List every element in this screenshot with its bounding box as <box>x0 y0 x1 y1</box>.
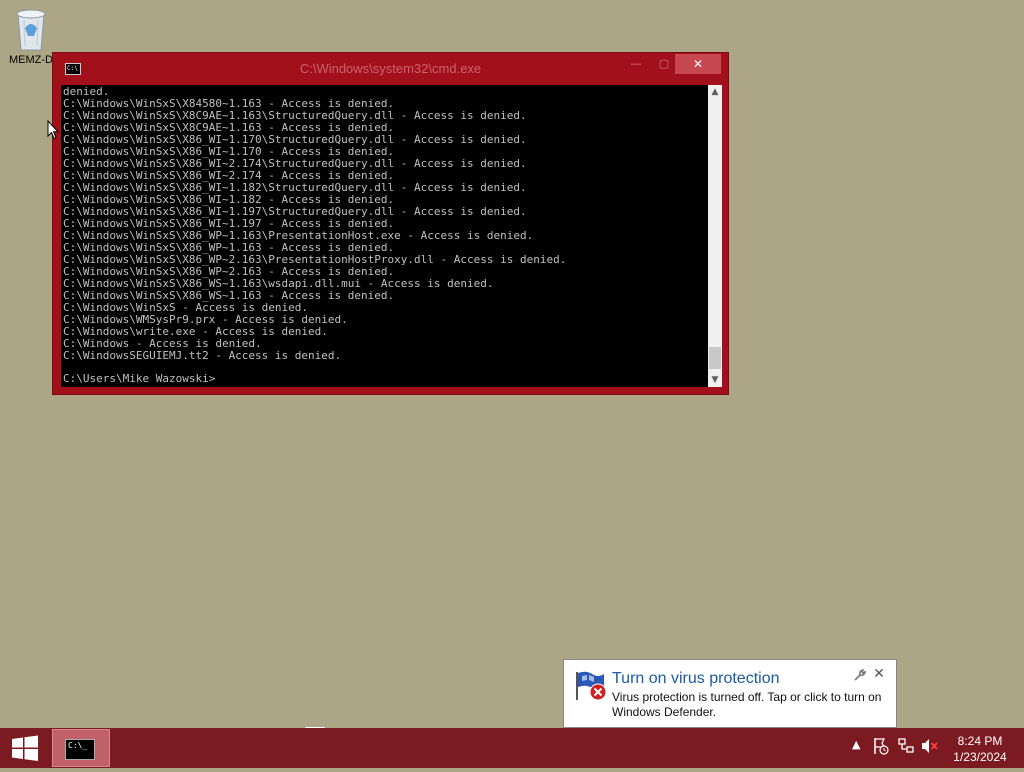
notification-title[interactable]: Turn on virus protection <box>612 670 779 688</box>
network-icon[interactable] <box>897 737 915 758</box>
action-center-flag-icon[interactable] <box>872 736 890 759</box>
taskbar: C:\_ ▲ 8:24 PM 1/23/2024 <box>0 728 1024 768</box>
mouse-cursor-icon <box>47 120 59 140</box>
vertical-scrollbar[interactable]: ▲ ▼ <box>708 85 722 387</box>
cmd-taskbar-icon: C:\_ <box>65 739 95 760</box>
console-prompt: C:\Users\Mike Wazowski> <box>63 372 216 385</box>
close-button[interactable]: ✕ <box>675 54 721 74</box>
cmd-window[interactable]: C:\ C:\Windows\system32\cmd.exe — ▢ ✕ de… <box>52 52 729 395</box>
wrench-icon[interactable] <box>854 668 868 683</box>
console-output[interactable]: denied. C:\Windows\WinSxS\X84580~1.163 -… <box>61 85 708 387</box>
start-button[interactable] <box>0 728 50 768</box>
minimize-button[interactable]: — <box>623 54 649 74</box>
console-line: C:\WindowsSEGUIEMJ.tt2 - Access is denie… <box>63 349 342 362</box>
scroll-down-icon[interactable]: ▼ <box>708 373 722 387</box>
system-clock[interactable]: 8:24 PM 1/23/2024 <box>940 733 1020 765</box>
show-hidden-icons-icon[interactable]: ▲ <box>852 738 860 751</box>
windows-logo-icon <box>12 735 38 761</box>
recycle-bin-icon <box>16 9 46 51</box>
window-titlebar[interactable]: C:\ C:\Windows\system32\cmd.exe — ▢ ✕ <box>53 53 728 83</box>
scroll-up-icon[interactable]: ▲ <box>708 85 722 99</box>
clock-date: 1/23/2024 <box>953 750 1007 764</box>
notification-body[interactable]: Virus protection is turned off. Tap or c… <box>612 690 894 720</box>
clock-time: 8:24 PM <box>957 734 1003 748</box>
volume-muted-icon[interactable] <box>920 737 940 758</box>
scrollbar-thumb[interactable] <box>709 347 721 369</box>
defender-notification[interactable]: Turn on virus protection Virus protectio… <box>563 659 897 728</box>
console-lines: denied. C:\Windows\WinSxS\X84580~1.163 -… <box>63 86 566 362</box>
taskbar-item-cmd[interactable]: C:\_ <box>52 729 110 767</box>
notification-close-icon[interactable]: ✕ <box>872 666 886 682</box>
maximize-button[interactable]: ▢ <box>651 54 677 74</box>
windows-defender-flag-icon <box>576 671 607 701</box>
